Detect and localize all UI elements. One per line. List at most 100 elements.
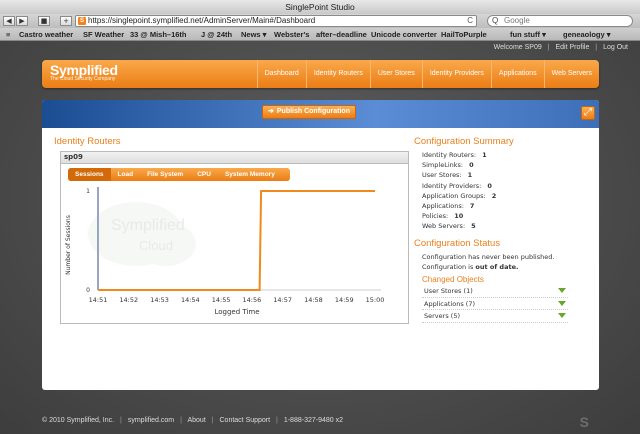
separator: | <box>180 417 182 424</box>
expand-triangle-icon[interactable] <box>558 313 566 318</box>
back-button[interactable]: ◀ <box>3 16 15 26</box>
search-placeholder: Google <box>504 16 530 25</box>
x-tick-label: 14:57 <box>273 296 292 304</box>
phone-text: 1-888-327-9480 x2 <box>283 417 343 424</box>
config-status-text: Configuration has never been published. … <box>422 252 592 272</box>
summary-row: Web Servers: 5 <box>422 221 592 231</box>
add-bookmark-button[interactable]: + <box>60 16 72 26</box>
separator: | <box>595 44 598 51</box>
summary-value: 7 <box>469 201 475 210</box>
search-input[interactable]: Q Google <box>487 15 633 27</box>
changed-row[interactable]: Applications (7) <box>422 298 568 310</box>
logo[interactable]: Symplified The Cloud Security Company <box>50 62 118 82</box>
summary-value: 2 <box>491 191 497 200</box>
site-favicon-icon: S <box>78 17 86 25</box>
status-prefix: Configuration is <box>422 263 476 272</box>
x-tick-label: 14:58 <box>304 296 323 304</box>
changed-row[interactable]: User Stores (1) <box>422 285 568 298</box>
changed-row[interactable]: Servers (5) <box>422 310 568 323</box>
summary-row: SimpleLinks: 0 <box>422 160 592 170</box>
search-icon: Q <box>492 16 499 25</box>
bookmark-item[interactable]: geneaology ▾ <box>563 30 611 39</box>
expand-triangle-icon[interactable] <box>558 288 566 293</box>
separator: | <box>211 417 214 424</box>
stop-button[interactable]: ■ <box>38 16 50 26</box>
summary-value: 10 <box>454 212 464 221</box>
router-chart-box: sp09 Sessions Load File System CPU Syste… <box>60 151 409 324</box>
changed-objects-list: User Stores (1) Applications (7) Servers… <box>422 285 568 323</box>
forward-button[interactable]: ▶ <box>16 16 28 26</box>
window-titlebar: SinglePoint Studio <box>0 0 640 14</box>
window-title: SinglePoint Studio <box>285 2 355 12</box>
app-header: Symplified The Cloud Security Company Da… <box>42 60 599 88</box>
nav-dashboard[interactable]: Dashboard <box>256 60 306 88</box>
expand-triangle-icon[interactable] <box>558 300 566 306</box>
bookmark-item[interactable]: HailToPurple <box>441 30 487 39</box>
user-bar: Welcome SP09 | Edit Profile | Log Out <box>490 44 628 51</box>
sessions-chart: Symplified Cloud 0 1 14:51 14:52 14:53 14:54 1… <box>65 187 384 316</box>
reload-icon[interactable]: C <box>467 16 473 26</box>
nav-identity-providers[interactable]: Identity Providers <box>421 60 491 88</box>
site-link[interactable]: symplified.com <box>128 417 174 424</box>
changed-objects-title: Changed Objects <box>422 275 484 284</box>
x-tick-label: 14:52 <box>119 296 138 304</box>
bookmark-item[interactable]: News ▾ <box>241 30 266 39</box>
nav-applications[interactable]: Applications <box>490 60 544 88</box>
summary-value: 0 <box>469 161 474 170</box>
x-tick-label: 14:55 <box>212 296 231 304</box>
nav-user-stores[interactable]: User Stores <box>369 60 422 88</box>
x-tick-label: 14:53 <box>150 296 169 304</box>
footer: © 2010 Symplified, Inc. | symplified.com… <box>42 414 599 432</box>
summary-label: Policies: <box>422 212 449 221</box>
url-field[interactable]: S https://singlepoint.symplified.net/Adm… <box>75 15 477 27</box>
x-axis-label: Logged Time <box>214 308 259 316</box>
bookmark-item[interactable]: after–deadline <box>316 30 367 39</box>
contact-support-link[interactable]: Contact Support <box>220 417 271 424</box>
bookmark-item[interactable]: Unicode converter <box>371 30 437 39</box>
nav-web-servers[interactable]: Web Servers <box>543 60 599 88</box>
bookmark-item[interactable]: 33 @ Mish–16th <box>130 30 187 39</box>
changed-count: (7) <box>465 299 476 308</box>
bookmark-item[interactable]: SF Weather <box>83 30 124 39</box>
config-summary-list: Identity Routers: 1 SimpleLinks: 0 User St… <box>422 150 592 232</box>
identity-routers-title: Identity Routers <box>54 136 121 147</box>
summary-row: Policies: 10 <box>422 211 592 221</box>
panel-banner: ➔ Publish Configuration ⤢ <box>42 100 599 128</box>
x-tick-label: 14:51 <box>89 296 108 304</box>
summary-value: 1 <box>482 151 487 159</box>
bookmark-item[interactable]: J @ 24th <box>201 30 232 39</box>
edit-profile-link[interactable]: Edit Profile <box>555 44 589 51</box>
status-line: Configuration has never been published. <box>422 253 555 261</box>
nav-identity-routers[interactable]: Identity Routers <box>305 60 370 88</box>
watermark-line1: Symplified <box>111 217 185 234</box>
summary-label: User Stores: <box>422 171 462 180</box>
changed-label: User Stores <box>424 287 462 295</box>
summary-row: Identity Providers: 0 <box>422 181 592 191</box>
separator: | <box>276 417 278 424</box>
about-link[interactable]: About <box>187 417 205 424</box>
bookmark-item[interactable]: Webster's <box>274 30 309 39</box>
logout-link[interactable]: Log Out <box>603 44 628 51</box>
config-summary-title: Configuration Summary <box>414 136 514 147</box>
welcome-text: Welcome SP09 <box>493 44 542 51</box>
bookmark-item[interactable]: Castro weather <box>19 30 73 39</box>
summary-label: Applications: <box>422 201 464 210</box>
publish-configuration-button[interactable]: ➔ Publish Configuration <box>262 105 356 119</box>
changed-label: Applications <box>424 299 464 308</box>
browser-toolbar: ◀ ▶ ■ + S https://singlepoint.symplified… <box>0 14 640 28</box>
bookmarks-menu-icon[interactable]: ≡ <box>6 30 10 39</box>
config-status-title: Configuration Status <box>414 238 501 249</box>
arrow-right-icon: ➔ <box>268 108 274 115</box>
summary-value: 5 <box>471 222 476 231</box>
main-nav: Dashboard Identity Routers User Stores I… <box>256 60 599 88</box>
page: Welcome SP09 | Edit Profile | Log Out Sy… <box>0 41 640 434</box>
expand-icon[interactable]: ⤢ <box>581 106 595 120</box>
summary-row: Application Groups: 2 <box>422 191 592 201</box>
bookmark-item[interactable]: fun stuff ▾ <box>510 30 546 39</box>
symplified-mark-icon: S <box>579 414 589 430</box>
dashboard-panel: ➔ Publish Configuration ⤢ Identity Router… <box>42 100 599 390</box>
summary-value: 0 <box>487 181 492 190</box>
url-text: https://singlepoint.symplified.net/Admin… <box>88 16 316 25</box>
x-tick-label: 14:56 <box>243 296 262 304</box>
separator: | <box>120 417 122 424</box>
